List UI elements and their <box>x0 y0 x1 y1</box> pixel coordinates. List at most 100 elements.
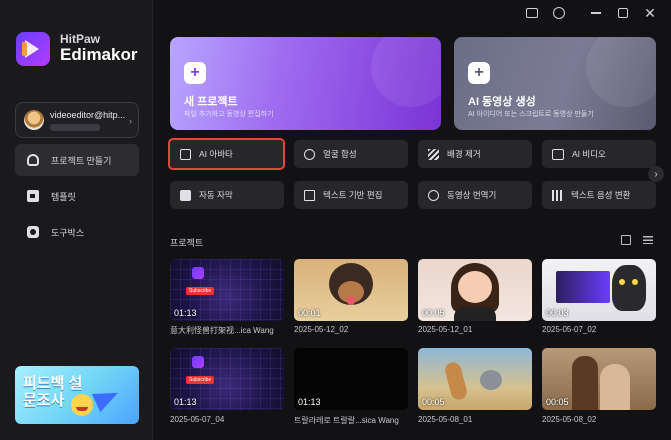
tools-next-button[interactable]: › <box>648 166 664 182</box>
project-duration: 01:13 <box>174 308 197 318</box>
sidebar-item-label: 도구박스 <box>51 227 85 238</box>
app-logo: HitPaw Edimakor <box>16 32 137 66</box>
project-thumbnail[interactable]: Subscribe 01:13 <box>170 348 284 410</box>
subscribe-badge: Subscribe <box>186 287 215 295</box>
tts-icon <box>552 189 563 201</box>
project-name: 트랄라레로 트랄랄...sica Wang <box>294 416 399 425</box>
project-name: 2025-05-08_01 <box>418 415 473 424</box>
tool-text-based-editing[interactable]: 텍스트 기반 편집 <box>294 181 408 209</box>
feedback-button[interactable] <box>524 5 540 21</box>
tool-video-translator[interactable]: 동영상 번역기 <box>418 181 532 209</box>
sidebar-item-label: 프로젝트 만들기 <box>51 155 112 166</box>
project-duration: 00:05 <box>422 308 445 318</box>
avatar <box>24 110 44 130</box>
project-thumbnail[interactable]: 00:03 <box>542 259 656 321</box>
project-duration: 00:01 <box>298 308 321 318</box>
project-thumbnail[interactable]: 00:05 <box>418 348 532 410</box>
dog-tongue <box>347 297 355 305</box>
tool-label: 배경 제거 <box>447 149 481 159</box>
chevron-right-icon: › <box>129 116 132 126</box>
info-button[interactable] <box>551 5 567 21</box>
account-button[interactable]: videoeditor@hitp... › <box>15 102 139 138</box>
girl-body <box>454 307 496 321</box>
new-project-title: 새 프로젝트 <box>184 96 238 108</box>
feedback-survey-banner[interactable]: 피드백 설 문조사 <box>15 366 139 424</box>
sidebar-item-create-project[interactable]: 프로젝트 만들기 <box>15 144 139 176</box>
tool-text-to-speech[interactable]: 텍스트 음성 변환 <box>542 181 656 209</box>
new-project-subtitle: 파일 추가하고 동영상 편집하기 <box>184 111 274 118</box>
paper-plane-icon <box>91 383 123 413</box>
project-name: 2025-05-07_02 <box>542 325 597 334</box>
cartoon-figure <box>480 370 502 390</box>
edimakor-logo-icon <box>192 267 204 279</box>
minimize-button[interactable] <box>588 5 604 21</box>
tool-auto-subtitle[interactable]: 자동 자막 <box>170 181 284 209</box>
ai-video-subtitle: AI 아이디어 또는 스크립트로 동영상 만들기 <box>468 111 594 118</box>
project-duration: 00:03 <box>546 308 569 318</box>
project-name: 2025-05-12_01 <box>418 325 473 334</box>
chat-icon <box>526 8 538 18</box>
project-name: 2025-05-08_02 <box>542 415 597 424</box>
text-edit-icon <box>304 189 315 201</box>
info-icon <box>553 7 565 19</box>
plus-icon: + <box>468 62 490 84</box>
project-duration: 01:13 <box>298 397 321 407</box>
close-button[interactable]: ✕ <box>642 5 658 21</box>
edimakor-logo-icon <box>192 356 204 368</box>
account-email: videoeditor@hitp... <box>50 109 126 120</box>
new-project-card[interactable]: + 새 프로젝트 파일 추가하고 동영상 편집하기 <box>170 37 441 130</box>
toolbox-icon <box>27 226 39 238</box>
chevron-right-icon: › <box>654 168 658 180</box>
cat-eye <box>619 279 625 285</box>
window-titlebar: ✕ <box>511 0 671 26</box>
photo-person <box>572 356 598 410</box>
laptop-screen <box>556 271 610 303</box>
smiley-icon <box>71 394 93 416</box>
background-remove-icon <box>428 148 439 160</box>
project-thumbnail[interactable]: Subscribe 01:13 <box>170 259 284 321</box>
sidebar-item-label: 템플릿 <box>51 191 76 202</box>
tool-ai-avatar[interactable]: AI 아바타 <box>168 138 285 170</box>
project-name: 意大利怪兽打架视...ica Wang <box>170 326 274 335</box>
grid-view-icon[interactable] <box>621 235 631 245</box>
translate-icon <box>428 189 439 201</box>
avatar-icon <box>180 148 191 160</box>
project-duration: 01:13 <box>174 397 197 407</box>
photo-person <box>600 364 630 410</box>
list-view-icon[interactable] <box>643 236 653 244</box>
edimakor-logo-icon <box>16 32 50 66</box>
close-icon: ✕ <box>644 5 656 21</box>
maximize-button[interactable] <box>615 5 631 21</box>
decorative-glow <box>371 37 441 107</box>
sidebar-item-toolbox[interactable]: 도구박스 <box>15 216 139 248</box>
project-icon <box>27 154 39 166</box>
project-thumbnail[interactable]: 00:01 <box>294 259 408 321</box>
ai-video-generation-card[interactable]: + AI 동영상 생성 AI 아이디어 또는 스크립트로 동영상 만들기 <box>454 37 656 130</box>
project-duration: 00:05 <box>422 397 445 407</box>
project-duration: 00:05 <box>546 397 569 407</box>
project-thumbnail[interactable]: 00:05 <box>542 348 656 410</box>
tool-label: 텍스트 기반 편집 <box>323 190 383 200</box>
account-subtext-redacted <box>50 123 100 131</box>
video-camera-icon <box>552 148 564 160</box>
tool-face-swap[interactable]: 얼굴 합성 <box>294 140 408 168</box>
project-name: 2025-05-12_02 <box>294 325 349 334</box>
sidebar: HitPaw Edimakor videoeditor@hitp... › 프로… <box>0 0 153 440</box>
sidebar-item-templates[interactable]: 템플릿 <box>15 180 139 212</box>
girl-face <box>458 271 492 303</box>
template-icon <box>27 190 39 202</box>
tool-label: 얼굴 합성 <box>323 149 357 159</box>
project-thumbnail[interactable]: 01:13 <box>294 348 408 410</box>
cartoon-figure <box>443 360 469 402</box>
tool-ai-video[interactable]: AI 비디오 <box>542 140 656 168</box>
tool-label: 자동 자막 <box>199 190 233 200</box>
cat-eye <box>632 279 638 285</box>
project-name: 2025-05-07_04 <box>170 415 225 424</box>
decorative-glow <box>586 37 656 107</box>
tool-background-remove[interactable]: 배경 제거 <box>418 140 532 168</box>
minimize-icon <box>591 12 601 14</box>
sidebar-nav: 프로젝트 만들기 템플릿 도구박스 <box>15 144 139 252</box>
subscribe-badge: Subscribe <box>186 376 215 384</box>
project-thumbnail[interactable]: 00:05 <box>418 259 532 321</box>
tool-label: 텍스트 음성 변환 <box>571 190 631 200</box>
